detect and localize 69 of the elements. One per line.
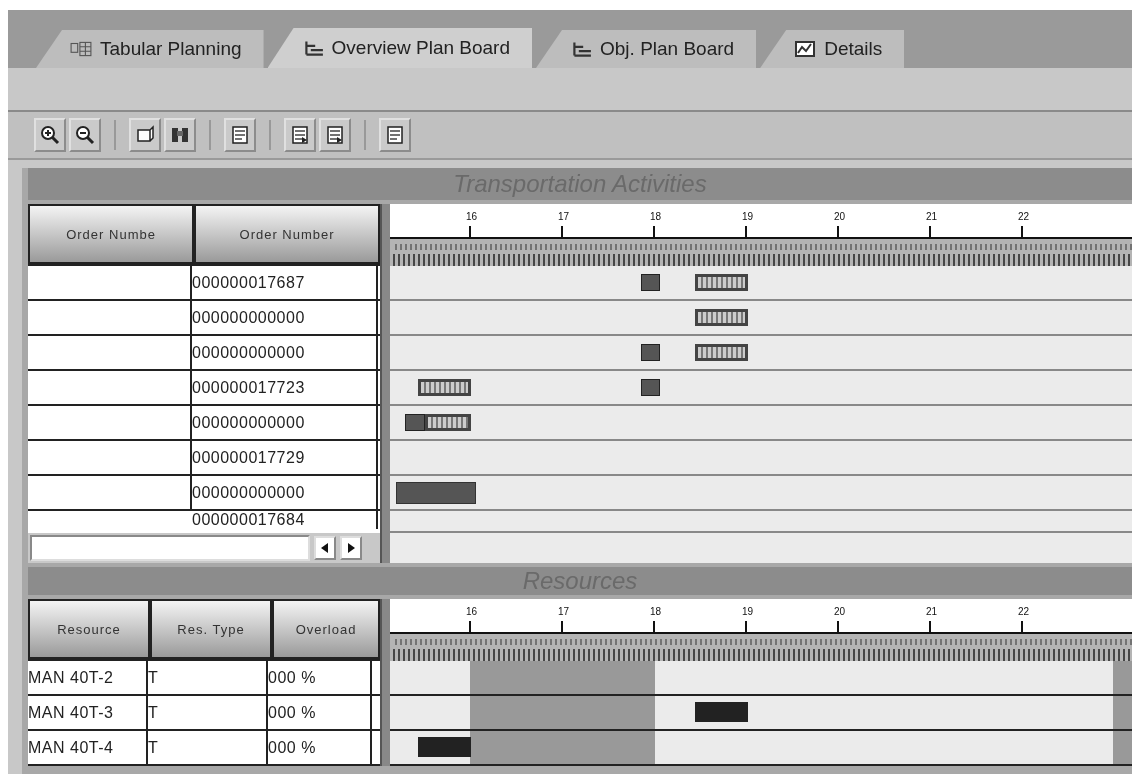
gantt-icon — [570, 41, 592, 57]
tab[interactable]: Tabular Planning — [36, 30, 264, 68]
binoculars-icon — [170, 125, 190, 145]
table-cell: T — [148, 661, 268, 694]
zoom-in-icon — [40, 125, 60, 145]
document-icon — [290, 125, 310, 145]
hour-label: 21 — [926, 211, 938, 222]
zoom-in-button[interactable] — [34, 118, 66, 152]
shaded-period — [1113, 696, 1132, 729]
zoom-out-icon — [75, 125, 95, 145]
table-cell: 000 % — [268, 696, 372, 729]
chart-icon — [794, 41, 817, 57]
column-header[interactable]: Overload — [274, 601, 378, 657]
hour-label: 18 — [650, 211, 662, 222]
column-header[interactable]: Order Numbe — [30, 206, 193, 262]
hour-label: 19 — [742, 211, 754, 222]
table-cell: 000000017729 — [192, 441, 378, 474]
hour-label: 18 — [650, 606, 662, 617]
page-button[interactable] — [129, 118, 161, 152]
activity-bar[interactable] — [695, 344, 748, 361]
shaded-period — [1113, 731, 1132, 764]
table-cell: MAN 40T-2 — [28, 661, 148, 694]
hour-label: 20 — [834, 211, 846, 222]
doc-out-button[interactable] — [319, 118, 351, 152]
table-cell: T — [148, 731, 268, 764]
table-cell: 000000000000 — [192, 301, 378, 334]
search-button[interactable] — [164, 118, 196, 152]
hour-label: 16 — [466, 606, 478, 617]
table-cell: 000000017684 — [192, 511, 378, 529]
page-icon — [135, 125, 155, 145]
table-cell: MAN 40T-3 — [28, 696, 148, 729]
table-cell: 000000000000 — [192, 406, 378, 439]
table-cell: 000000017687 — [192, 266, 378, 299]
activity-bar[interactable] — [695, 309, 748, 326]
scroll-right-button[interactable] — [340, 536, 362, 560]
table-cell: T — [148, 696, 268, 729]
activity-bar[interactable] — [425, 414, 471, 431]
list-button[interactable] — [224, 118, 256, 152]
tab[interactable]: Overview Plan Board — [267, 28, 532, 68]
right-arrow-icon — [347, 543, 355, 553]
hour-label: 22 — [1018, 606, 1030, 617]
hour-label: 21 — [926, 606, 938, 617]
zoom-out-button[interactable] — [69, 118, 101, 152]
table-cell: 000 % — [268, 661, 372, 694]
grid-button[interactable] — [379, 118, 411, 152]
activity-bar[interactable] — [418, 379, 471, 396]
scroll-left-button[interactable] — [314, 536, 336, 560]
hour-label: 19 — [742, 606, 754, 617]
document-icon — [325, 125, 345, 145]
hour-label: 17 — [558, 606, 570, 617]
hour-label: 22 — [1018, 211, 1030, 222]
doc-in-button[interactable] — [284, 118, 316, 152]
column-header[interactable]: Order Number — [196, 206, 378, 262]
table-cell: 000 % — [268, 731, 372, 764]
hour-label: 16 — [466, 211, 478, 222]
hour-label: 17 — [558, 211, 570, 222]
shaded-period — [1113, 661, 1132, 694]
left-arrow-icon — [321, 543, 329, 553]
hour-label: 20 — [834, 606, 846, 617]
tab[interactable]: Obj. Plan Board — [536, 30, 757, 68]
activity-bar[interactable] — [695, 274, 748, 291]
table-cell: 000000000000 — [192, 476, 378, 509]
column-header[interactable]: Resource — [30, 601, 148, 657]
list-icon — [230, 125, 250, 145]
table-cell: 000000000000 — [192, 336, 378, 369]
column-header[interactable]: Res. Type — [152, 601, 270, 657]
table-cell: MAN 40T-4 — [28, 731, 148, 764]
table-cell: 000000017723 — [192, 371, 378, 404]
tab[interactable]: Details — [760, 30, 905, 68]
